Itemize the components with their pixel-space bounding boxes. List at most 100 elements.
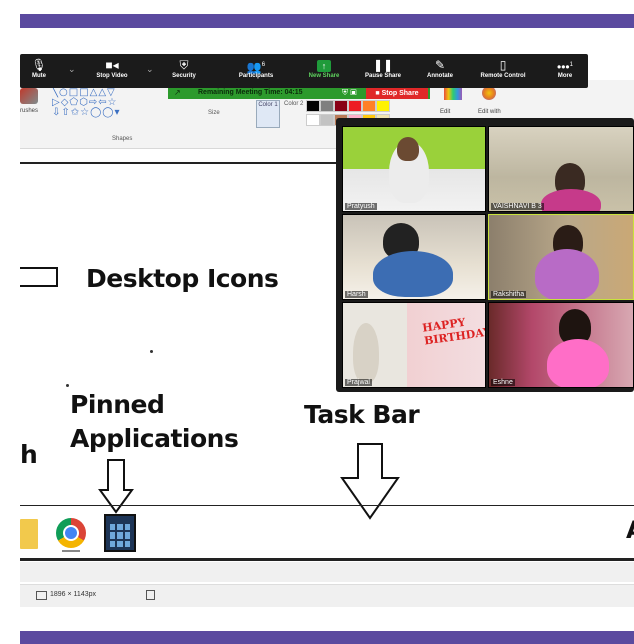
palette-swatch[interactable] xyxy=(306,114,320,126)
participant-name: Eshne xyxy=(491,379,515,386)
participant-silhouette xyxy=(373,251,453,297)
pause-share-button[interactable]: ❚❚ Pause Share xyxy=(360,57,406,79)
pinned-line2: Applications xyxy=(70,424,239,453)
paint3d-icon xyxy=(482,86,497,100)
participant-name: VAISHNAVI B 3 xyxy=(491,203,544,210)
stop-share-label: Stop Share xyxy=(381,90,419,97)
mute-button[interactable]: 🎙 Mute xyxy=(26,57,52,79)
mouse-icon: ▯ xyxy=(499,58,507,72)
new-share-label: New Share xyxy=(308,73,340,79)
palette-swatch[interactable] xyxy=(362,100,376,112)
canvas-dot xyxy=(66,384,69,387)
pinned-applications-label: Pinned Applications xyxy=(70,388,239,456)
color1-button[interactable]: Color 1 xyxy=(256,100,280,128)
palette-swatch[interactable] xyxy=(320,100,334,112)
canvas-margin xyxy=(20,562,634,582)
edit-with-label: Edit with xyxy=(478,109,501,115)
palette-swatch[interactable] xyxy=(348,100,362,112)
share-arrow-icon: ↑ xyxy=(317,60,331,72)
video-tile[interactable]: Harsh xyxy=(342,214,486,300)
more-dots-icon: •••1 xyxy=(557,60,573,74)
more-count: 1 xyxy=(569,62,573,68)
remote-control-button[interactable]: ▯ Remote Control xyxy=(472,57,534,79)
color1-label: Color 1 xyxy=(258,102,278,108)
shapes-gallery[interactable]: ╲○□□△△▽ ▷◇⬠⬡⇨⇦☆ ⇩⇧✩☆◯◯▾ xyxy=(52,88,162,122)
paint-status-bar: 1896 × 1143px xyxy=(20,584,634,607)
video-camera-icon: ■◂ xyxy=(105,58,119,72)
video-tile[interactable]: Rakshitha xyxy=(488,214,634,300)
remaining-time: Remaining Meeting Time: 04:15 xyxy=(198,89,303,96)
canvas-dimensions: 1896 × 1143px xyxy=(50,591,96,598)
brushes-icon[interactable] xyxy=(20,88,38,104)
pause-share-label: Pause Share xyxy=(364,73,402,79)
folder-icon[interactable] xyxy=(20,519,38,549)
right-text-fragment: A xyxy=(626,516,634,544)
brushes-label: rushes xyxy=(20,108,39,114)
palette-swatch[interactable] xyxy=(320,114,334,126)
size-button[interactable]: Size xyxy=(208,110,220,116)
chrome-icon[interactable] xyxy=(56,518,86,548)
canvas-dot xyxy=(150,350,153,353)
security-button[interactable]: ⛨ Security xyxy=(164,57,204,79)
shield-icon: ⛨ xyxy=(179,58,189,72)
palette-swatch[interactable] xyxy=(376,100,390,112)
zoom-video-gallery[interactable]: Pratyush VAISHNAVI B 3 Harsh Rakshitha H… xyxy=(336,118,634,392)
taskbar-rule-bottom xyxy=(20,558,634,561)
edit-with-paint3d-button[interactable]: Edit with xyxy=(478,86,501,118)
participants-icon: 👥6 xyxy=(246,60,266,74)
palette-swatch[interactable] xyxy=(334,100,348,112)
participant-name: Rakshitha xyxy=(491,291,527,298)
left-text-fragment: h xyxy=(20,440,38,469)
more-button[interactable]: •••1 More xyxy=(550,57,580,79)
pinned-line1: Pinned xyxy=(70,390,165,419)
bottom-purple-band xyxy=(20,631,634,644)
pencil-icon: ✎ xyxy=(434,58,446,72)
microphone-icon: 🎙 xyxy=(31,58,47,72)
participant-name: Harsh xyxy=(345,291,368,298)
chevron-down-icon[interactable]: ⌄ xyxy=(68,64,76,75)
zoom-toolbar: 🎙 Mute ⌄ ■◂ Stop Video ⌄ ⛨ Security 👥6 P… xyxy=(20,54,588,88)
calculator-icon[interactable] xyxy=(104,514,136,552)
top-purple-band xyxy=(20,14,634,28)
task-bar-label: Task Bar xyxy=(304,400,420,429)
door-shape xyxy=(353,323,379,383)
participant-silhouette xyxy=(547,339,609,387)
chevron-down-icon[interactable]: ⌄ xyxy=(146,64,154,75)
video-tile[interactable]: HAPPY BIRTHDAY Prajwal xyxy=(342,302,486,388)
share-status-bar: ↗ Remaining Meeting Time: 04:15 ⛨ ▣ ■ St… xyxy=(168,88,430,99)
participant-name: Pratyush xyxy=(345,203,377,210)
palette-swatch[interactable] xyxy=(306,100,320,112)
share-arrow-small-icon: ↗ xyxy=(174,88,181,97)
chrome-active-indicator xyxy=(62,550,80,552)
desktop-icons-label: Desktop Icons xyxy=(86,264,279,293)
annotate-button[interactable]: ✎ Annotate xyxy=(420,57,460,79)
participant-silhouette xyxy=(535,249,599,299)
security-label: Security xyxy=(172,73,196,79)
edit-colors-label: Edit xyxy=(440,109,451,115)
file-size-icon xyxy=(146,590,155,600)
taskbar-rule-top xyxy=(20,505,634,506)
remote-control-label: Remote Control xyxy=(480,73,526,79)
new-share-button[interactable]: ↑ New Share xyxy=(304,57,344,79)
canvas-size-icon xyxy=(36,591,47,600)
participants-label: Participants xyxy=(238,73,274,79)
participant-head xyxy=(397,137,419,161)
annotate-label: Annotate xyxy=(427,73,453,79)
participant-name: Prajwal xyxy=(345,379,372,386)
participants-count: 6 xyxy=(261,62,266,68)
color2-button[interactable]: Color 2 xyxy=(284,100,303,109)
shield-small-icon: ⛨ ▣ xyxy=(342,88,357,97)
participant-silhouette xyxy=(541,189,601,211)
mute-label: Mute xyxy=(32,73,46,79)
color2-label: Color 2 xyxy=(284,101,304,107)
video-tile[interactable]: VAISHNAVI B 3 xyxy=(488,126,634,212)
video-tile[interactable]: Eshne xyxy=(488,302,634,388)
shapes-group-label: Shapes xyxy=(112,136,133,142)
stop-share-button[interactable]: ■ Stop Share xyxy=(366,88,428,99)
down-arrow-large-icon xyxy=(340,443,400,520)
stop-video-label: Stop Video xyxy=(96,73,128,79)
more-label: More xyxy=(557,73,573,79)
participants-button[interactable]: 👥6 Participants xyxy=(228,57,284,79)
video-tile[interactable]: Pratyush xyxy=(342,126,486,212)
stop-video-button[interactable]: ■◂ Stop Video xyxy=(86,57,138,79)
